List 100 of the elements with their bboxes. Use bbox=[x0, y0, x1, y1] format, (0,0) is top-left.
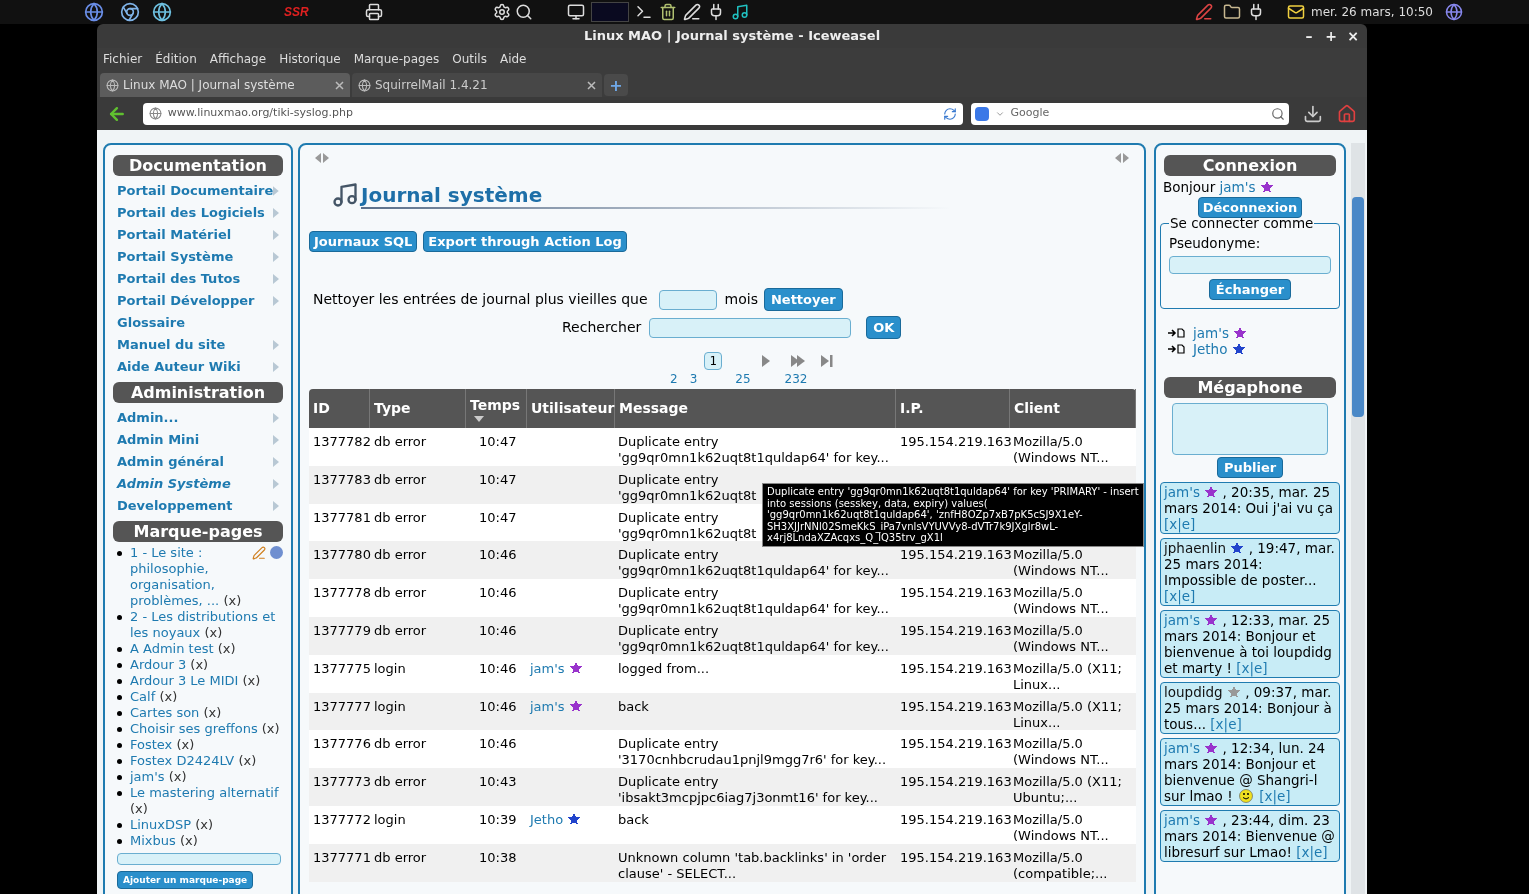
column-header[interactable]: I.P. bbox=[900, 398, 1009, 419]
add-bookmark-button[interactable]: Ajouter un marque-page bbox=[117, 871, 254, 889]
sidebar-link[interactable]: Glossaire bbox=[117, 313, 185, 333]
folder-icon[interactable] bbox=[1222, 3, 1241, 21]
remove-link[interactable]: (x) bbox=[242, 673, 261, 688]
page-link[interactable]: 232 bbox=[784, 372, 808, 386]
page-link[interactable]: 25 bbox=[735, 372, 751, 386]
menu-item[interactable]: Fichier bbox=[103, 50, 143, 68]
page-link[interactable]: 3 bbox=[689, 372, 698, 386]
settings-icon[interactable] bbox=[492, 3, 511, 21]
sidebar-link[interactable]: Portail Documentaire bbox=[117, 181, 274, 201]
action-button[interactable]: OK bbox=[866, 316, 902, 339]
actions-link[interactable]: [x|e] bbox=[1210, 716, 1242, 732]
sidebar-link[interactable]: Aide Auteur Wiki bbox=[117, 357, 241, 377]
window-control[interactable]: + bbox=[1323, 26, 1339, 47]
sidebar-link[interactable]: Portail Système bbox=[117, 247, 234, 267]
menu-item[interactable]: Marque-pages bbox=[353, 50, 440, 68]
window-control[interactable]: – bbox=[1301, 26, 1317, 47]
remove-link[interactable]: (x) bbox=[261, 721, 280, 736]
download-icon[interactable] bbox=[1303, 103, 1324, 124]
remove-link[interactable]: (x) bbox=[204, 625, 223, 640]
edit-icon[interactable] bbox=[252, 546, 266, 560]
user-link[interactable]: jam's bbox=[1219, 179, 1256, 195]
remove-link[interactable]: (x) bbox=[159, 689, 178, 704]
author-name[interactable]: loupdidg bbox=[1164, 684, 1223, 700]
bookmark-link[interactable]: Calf (x) bbox=[130, 689, 283, 705]
remove-link[interactable]: (x) bbox=[223, 593, 242, 608]
user-link[interactable]: jam's bbox=[530, 698, 565, 714]
actions-link[interactable]: [x|e] bbox=[1164, 588, 1196, 604]
sidebar-link[interactable]: Portail des Tutos bbox=[117, 269, 241, 289]
remove-link[interactable]: (x) bbox=[203, 705, 222, 720]
bookmark-link[interactable]: 1 - Le site : philosophie, organisation, problèmes, ... (x) bbox=[130, 545, 250, 609]
author-name[interactable]: jam's bbox=[1164, 612, 1200, 628]
bookmark-link[interactable]: Fostex D2424LV (x) bbox=[130, 753, 283, 769]
user-link[interactable]: jam's bbox=[530, 660, 565, 676]
menu-item[interactable]: Outils bbox=[452, 50, 487, 68]
search-field[interactable] bbox=[649, 317, 852, 338]
music-icon[interactable] bbox=[730, 3, 749, 21]
bookmark-link[interactable]: jam's (x) bbox=[130, 769, 283, 785]
remove-link[interactable]: (x) bbox=[190, 657, 209, 672]
page-link[interactable]: 2 bbox=[670, 372, 678, 386]
user-link[interactable]: Jetho bbox=[1193, 341, 1228, 357]
bookmark-link[interactable]: Cartes son (x) bbox=[130, 705, 283, 721]
mail-icon[interactable] bbox=[1286, 3, 1305, 21]
bookmark-link[interactable]: A Admin test (x) bbox=[130, 641, 283, 657]
bookmark-link[interactable]: Le mastering alternatif (x) bbox=[130, 785, 283, 817]
collapse-arrows-icon[interactable] bbox=[315, 153, 329, 163]
bookmark-link[interactable]: Mixbus (x) bbox=[130, 833, 283, 849]
author-name[interactable]: jphaenlin bbox=[1164, 540, 1227, 556]
column-header[interactable]: Utilisateur bbox=[531, 398, 614, 419]
next-page-icon[interactable] bbox=[762, 355, 771, 367]
web-search-field[interactable]: Google bbox=[970, 102, 1290, 125]
column-header[interactable]: Type bbox=[374, 398, 465, 419]
search-icon[interactable] bbox=[514, 3, 533, 21]
remove-link[interactable]: (x) bbox=[195, 817, 214, 832]
clock[interactable]: mer. 26 mars, 10:50 bbox=[1310, 3, 1433, 21]
bookmark-link[interactable]: Ardour 3 (x) bbox=[130, 657, 283, 673]
action-button[interactable]: Échanger bbox=[1208, 279, 1292, 300]
author-name[interactable]: jam's bbox=[1164, 740, 1200, 756]
bookmark-link[interactable]: LinuxDSP (x) bbox=[130, 817, 283, 833]
action-button[interactable]: Déconnexion bbox=[1197, 197, 1303, 218]
user-link[interactable]: jam's bbox=[1193, 325, 1229, 341]
column-header[interactable]: ID bbox=[313, 398, 369, 419]
remove-link[interactable]: (x) bbox=[176, 737, 195, 752]
new-tab-button[interactable]: + bbox=[604, 74, 628, 96]
printer-icon[interactable] bbox=[364, 3, 383, 21]
reload-icon[interactable] bbox=[942, 106, 957, 121]
bookmark-link[interactable]: 2 - Les distributions et les noyaux (x) bbox=[130, 609, 283, 641]
author-name[interactable]: jam's bbox=[1164, 812, 1200, 828]
action-button[interactable]: Export through Action Log bbox=[423, 231, 627, 252]
window-control[interactable]: × bbox=[1345, 26, 1361, 47]
sidebar-link[interactable]: Admin... bbox=[117, 408, 179, 428]
globe-icon[interactable] bbox=[84, 2, 104, 22]
sidebar-link[interactable]: Admin Mini bbox=[117, 430, 200, 450]
actions-link[interactable]: [x|e] bbox=[1296, 844, 1328, 860]
actions-link[interactable]: [x|e] bbox=[1164, 516, 1196, 532]
globe-icon[interactable] bbox=[152, 2, 172, 22]
remove-link[interactable]: (x) bbox=[179, 833, 198, 848]
username-field[interactable] bbox=[1169, 256, 1331, 274]
browser-tab[interactable]: SquirrelMail 1.4.21 bbox=[352, 73, 602, 97]
terminal-icon[interactable] bbox=[634, 3, 653, 21]
fast-forward-icon[interactable] bbox=[791, 355, 805, 367]
menu-item[interactable]: Historique bbox=[279, 50, 341, 68]
author-name[interactable]: jam's bbox=[1164, 484, 1200, 500]
menu-item[interactable]: Édition bbox=[155, 50, 197, 68]
action-button[interactable]: Journaux SQL bbox=[309, 231, 418, 252]
input-field[interactable] bbox=[117, 853, 281, 865]
logo-text[interactable]: SSR bbox=[284, 3, 309, 21]
sidebar-link[interactable]: Portail Développer bbox=[117, 291, 255, 311]
collapse-arrows-icon[interactable] bbox=[1115, 153, 1129, 163]
close-icon[interactable] bbox=[587, 80, 596, 90]
search-engine-icon[interactable] bbox=[974, 106, 989, 121]
sort-caret-icon[interactable] bbox=[474, 416, 484, 422]
actions-link[interactable]: [x|e] bbox=[1259, 788, 1291, 804]
sidebar-link[interactable]: Admin Système bbox=[117, 474, 231, 494]
address-field[interactable]: www.linuxmao.org/tiki-syslog.php bbox=[142, 102, 963, 125]
sidebar-link[interactable]: Portail des Logiciels bbox=[117, 203, 265, 223]
remove-link[interactable]: (x) bbox=[130, 801, 148, 816]
column-header[interactable]: Temps bbox=[470, 395, 526, 416]
close-icon[interactable] bbox=[335, 80, 344, 90]
